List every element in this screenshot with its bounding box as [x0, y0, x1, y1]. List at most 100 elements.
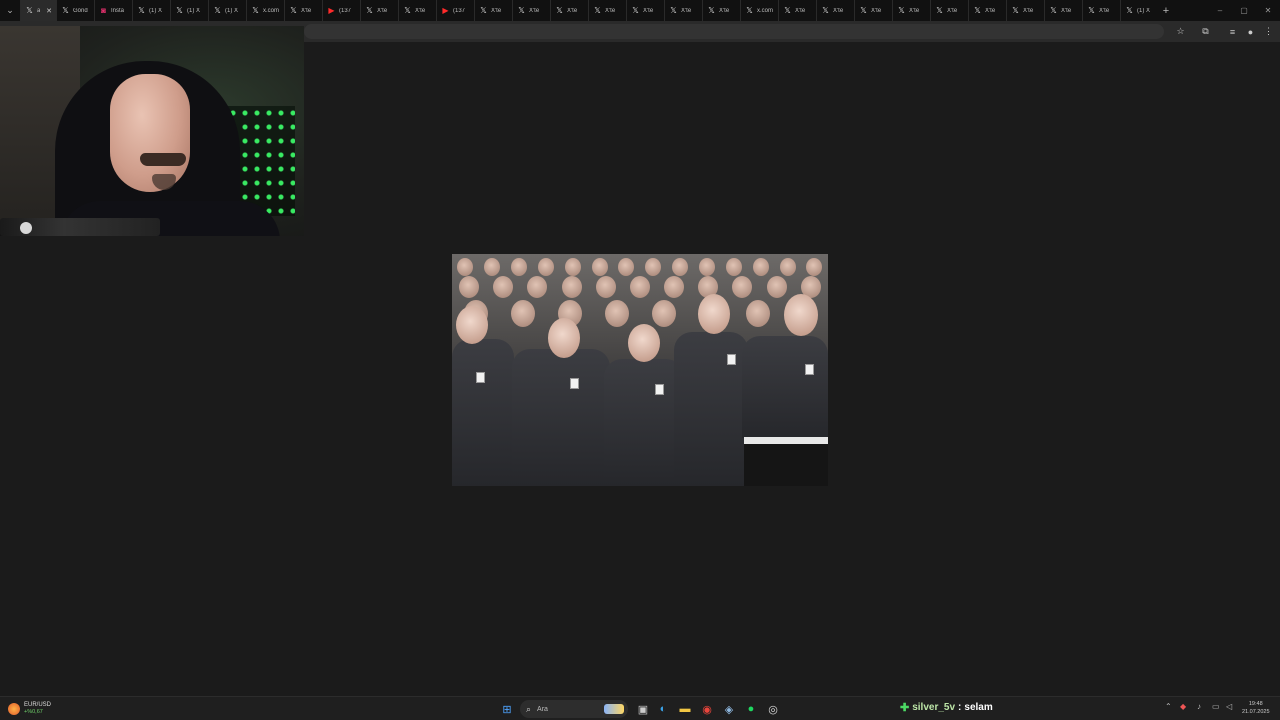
browser-tab[interactable]: 𝕏 X'te — [284, 0, 322, 21]
x-icon: 𝕏 — [290, 6, 297, 15]
x-icon: 𝕏 — [62, 6, 69, 15]
microphone-icon[interactable]: ♪ — [1197, 702, 1201, 711]
start-icon[interactable]: ⊞ — [498, 700, 516, 718]
browser-tab[interactable]: 𝕏 X'te — [512, 0, 550, 21]
tab-search-button[interactable]: ⌄ — [0, 0, 20, 21]
new-tab-button[interactable]: + — [1158, 5, 1174, 17]
memorial-badge — [570, 378, 579, 389]
obs-icon[interactable]: ◎ — [764, 700, 782, 718]
browser-tab[interactable]: ◙ Insta — [94, 0, 132, 21]
person-head — [784, 294, 818, 336]
taskbar-search[interactable]: ⌕ Ara — [520, 700, 628, 718]
x-icon: 𝕏 — [936, 6, 943, 15]
browser-tab[interactable]: 𝕏 X'te — [816, 0, 854, 21]
browser-tab[interactable]: 𝕏 (1) X — [208, 0, 246, 21]
browser-tab[interactable]: 𝕏 X'te — [398, 0, 436, 21]
browser-tab[interactable]: 𝕏 (1) X — [170, 0, 208, 21]
youtube-icon: ▶ — [442, 6, 449, 15]
browser-tab[interactable]: 𝕏 X'te — [892, 0, 930, 21]
browser-tab[interactable]: 𝕏a ✕ — [20, 0, 56, 21]
tab-title: (1) X — [187, 7, 201, 14]
address-bar[interactable] — [304, 24, 1164, 39]
steam-icon[interactable]: ◈ — [720, 700, 738, 718]
tab-title: X'te — [529, 7, 540, 14]
restore-button[interactable]: ▢ — [1232, 0, 1256, 21]
profile-avatar-icon[interactable]: ● — [1243, 24, 1258, 39]
system-clock[interactable]: 19:48 21.07.2025 — [1242, 700, 1270, 716]
x-icon: 𝕏 — [1088, 6, 1095, 15]
minimize-button[interactable]: – — [1208, 0, 1232, 21]
tab-title: x.com — [757, 7, 774, 14]
crowd-near-row — [452, 300, 828, 327]
browser-tab[interactable]: 𝕏 (1) X — [132, 0, 170, 21]
browser-tab[interactable]: 𝕏 X'te — [474, 0, 512, 21]
x-icon: 𝕏 — [860, 6, 867, 15]
widget-title: EUR/USD — [24, 702, 52, 708]
browser-tab[interactable]: 𝕏 X'te — [588, 0, 626, 21]
task-view-icon[interactable]: ▣ — [634, 700, 652, 718]
tray-chevron-icon[interactable]: ⌃ — [1165, 702, 1172, 711]
x-icon: 𝕏 — [1126, 6, 1133, 15]
browser-tab[interactable]: 𝕏x.com — [740, 0, 778, 21]
person-suit — [452, 339, 514, 486]
browser-tab[interactable]: 𝕏x.com — [246, 0, 284, 21]
tab-title: Insta — [111, 7, 125, 14]
browser-tab[interactable]: 𝕏 X'te — [930, 0, 968, 21]
spotify-icon[interactable]: ● — [742, 700, 760, 718]
lectern — [744, 437, 828, 486]
tab-title: a — [37, 7, 41, 14]
chrome-icon[interactable]: ◉ — [698, 700, 716, 718]
tab-title: (137 — [453, 7, 466, 14]
file-explorer-icon[interactable]: ▬ — [676, 700, 694, 718]
browser-tab[interactable]: 𝕏 X'te — [1044, 0, 1082, 21]
browser-tab[interactable]: 𝕏 X'te — [1082, 0, 1120, 21]
search-highlight-image — [604, 704, 624, 714]
extensions-icon[interactable]: ⧉ — [1198, 24, 1213, 39]
tray-app-icon[interactable]: ◆ — [1180, 702, 1186, 711]
browser-tab[interactable]: ▶ (137 — [322, 0, 360, 21]
person-head — [456, 306, 488, 344]
x-icon: 𝕏 — [1012, 6, 1019, 15]
streamer-mustache — [140, 153, 186, 166]
browser-tab[interactable]: 𝕏 X'te — [664, 0, 702, 21]
memorial-badge — [476, 372, 485, 383]
browser-tab[interactable]: 𝕏 X'te — [778, 0, 816, 21]
x-icon: 𝕏 — [822, 6, 829, 15]
browser-tab[interactable]: 𝕏 (1) X — [1120, 0, 1158, 21]
x-icon: 𝕏 — [556, 6, 563, 15]
x-icon: 𝕏 — [974, 6, 981, 15]
browser-tab[interactable]: 𝕏 X'te — [702, 0, 740, 21]
browser-tab[interactable]: 𝕏 X'te — [550, 0, 588, 21]
browser-menu-icon[interactable]: ⋮ — [1261, 24, 1276, 39]
close-window-button[interactable]: ✕ — [1256, 0, 1280, 21]
browser-tab[interactable]: 𝕏 X'te — [1006, 0, 1044, 21]
browser-tab[interactable]: 𝕏 X'te — [854, 0, 892, 21]
chat-overlay: ✚ silver_5v : selam — [900, 701, 993, 714]
instagram-icon: ◙ — [101, 6, 106, 15]
volume-icon[interactable]: ◁ — [1226, 702, 1232, 711]
crowd-back-row — [452, 258, 828, 276]
chat-message: selam — [964, 702, 993, 713]
x-icon: 𝕏 — [404, 6, 411, 15]
tab-title: X'te — [605, 7, 616, 14]
display-icon[interactable]: ▭ — [1212, 702, 1220, 711]
person-head — [548, 318, 580, 358]
currency-widget[interactable]: EUR/USD +%0,67 — [8, 700, 51, 718]
x-icon: 𝕏 — [708, 6, 715, 15]
tab-title: X'te — [871, 7, 882, 14]
browser-tab[interactable]: ▶ (137 — [436, 0, 474, 21]
browser-tab[interactable]: 𝕏 X'te — [968, 0, 1006, 21]
windows-taskbar: EUR/USD +%0,67 ⊞ ⌕ Ara ▣ ◐ ▬ ◉ ◈ ● ◎ ✚ s… — [0, 696, 1280, 720]
x-icon: 𝕏 — [746, 6, 753, 15]
tab-title: X'te — [1099, 7, 1110, 14]
browser-tab[interactable]: 𝕏 Gönd — [56, 0, 94, 21]
browser-tab[interactable]: 𝕏 X'te — [626, 0, 664, 21]
tab-title: X'te — [909, 7, 920, 14]
edge-icon[interactable]: ◐ — [654, 700, 672, 718]
tab-close-icon[interactable]: ✕ — [46, 7, 52, 15]
browser-tab[interactable]: 𝕏 X'te — [360, 0, 398, 21]
person-suit — [512, 349, 610, 486]
media-control-icon[interactable]: ≡ — [1225, 24, 1240, 39]
news-video-frame[interactable] — [452, 254, 828, 486]
bookmark-star-icon[interactable]: ☆ — [1173, 24, 1188, 39]
